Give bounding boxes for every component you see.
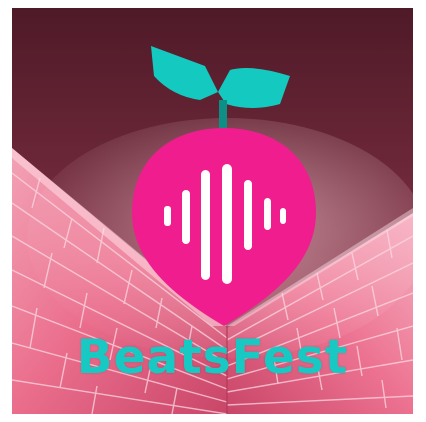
poster: BeatsFest: [12, 8, 413, 414]
brand-name: BeatsFest: [76, 330, 349, 385]
